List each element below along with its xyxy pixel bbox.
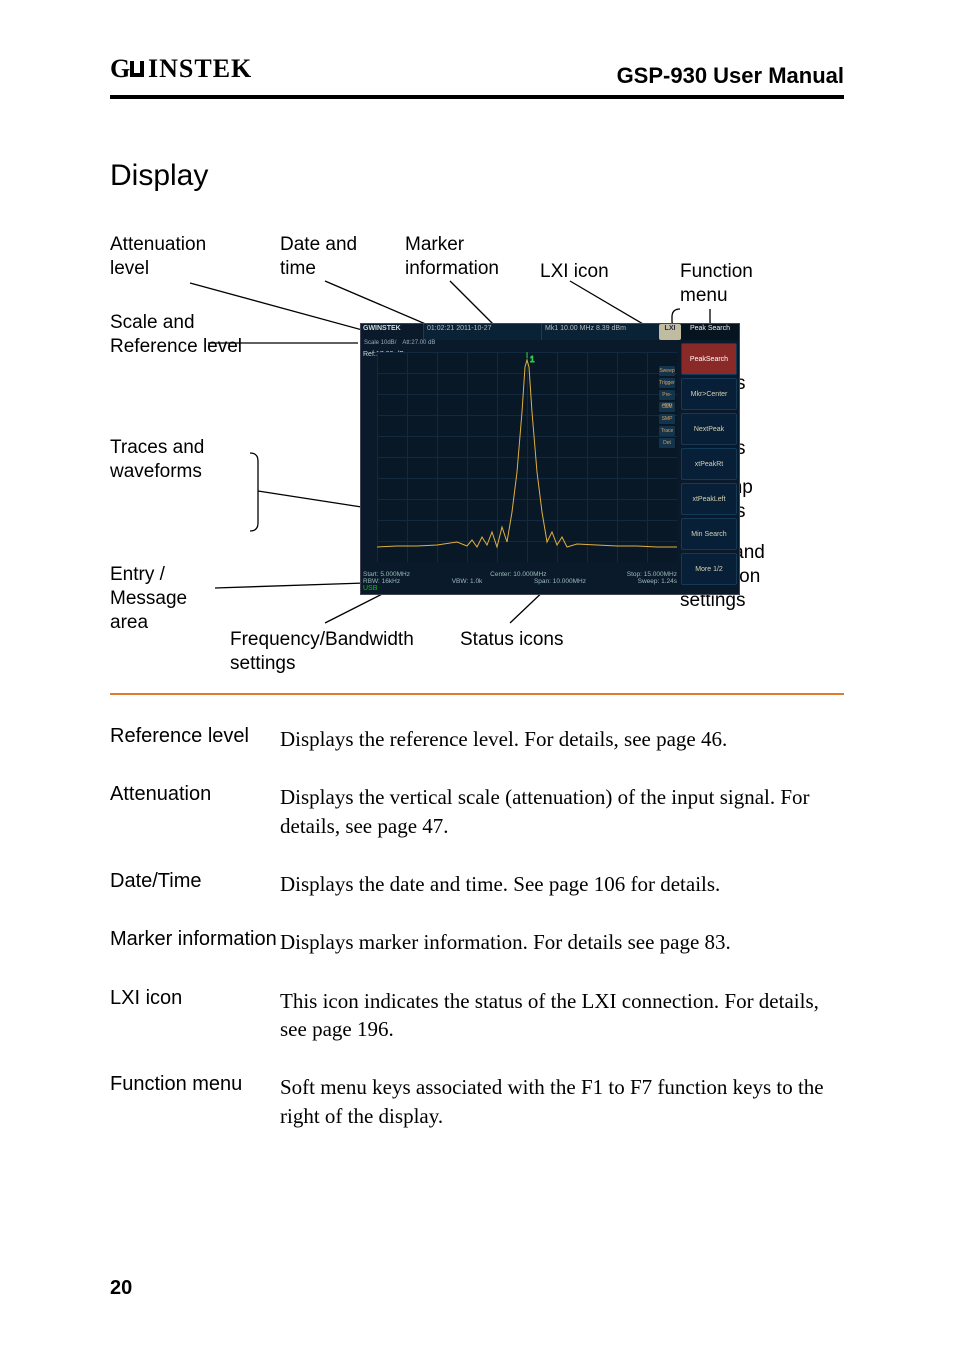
screen-att: Att:27.00 dB: [399, 340, 438, 350]
svg-text:G: G: [110, 55, 132, 83]
status-icon: Det: [659, 438, 675, 448]
definition-body: Displays the date and time. See page 106…: [280, 870, 844, 898]
callout-status: Status icons: [460, 628, 610, 652]
definition-body: Displays the reference level. For detail…: [280, 725, 844, 753]
callout-lxi: LXI icon: [540, 260, 630, 284]
callout-freqbw: Frequency/Bandwidth settings: [230, 628, 450, 676]
manual-title: GSP-930 User Manual: [617, 63, 844, 89]
callout-entry: Entry / Message area: [110, 563, 230, 634]
softkey-menu: PeakSearch Mkr>Center NextPeak xtPeakRt …: [679, 340, 739, 594]
screen-marker: Mk1 10.00 MHz 8.39 dBm: [541, 324, 659, 340]
section-divider: [110, 693, 844, 695]
definition-body: Displays marker information. For details…: [280, 928, 844, 956]
softkey[interactable]: PeakSearch: [681, 343, 737, 375]
spectrum-plot: 1: [377, 352, 677, 562]
definition-row: Attenuation Displays the vertical scale …: [110, 783, 844, 840]
status-icon: Trigger: [659, 378, 675, 388]
definition-body: This icon indicates the status of the LX…: [280, 987, 844, 1044]
status-icon: Sweep: [659, 366, 675, 376]
definition-term: Function menu: [110, 1073, 280, 1130]
svg-text:1: 1: [530, 355, 535, 364]
rbw: RBW: 16kHz: [363, 578, 400, 585]
softkey[interactable]: More 1/2: [681, 553, 737, 585]
callout-funcmenu: Function menu: [680, 260, 790, 308]
definition-row: LXI icon This icon indicates the status …: [110, 987, 844, 1044]
callout-datetime: Date and time: [280, 233, 390, 281]
trace-waveform: 1: [377, 352, 677, 562]
definition-row: Reference level Displays the reference l…: [110, 725, 844, 753]
status-icon: C&M: [659, 402, 675, 412]
definition-term: LXI icon: [110, 987, 280, 1044]
sweep-time: Sweep: 1.24s: [638, 578, 677, 585]
definition-term: Date/Time: [110, 870, 280, 898]
definition-term: Reference level: [110, 725, 280, 753]
definition-term: Marker information: [110, 928, 280, 956]
softkey[interactable]: xtPeakLeft: [681, 483, 737, 515]
screen-bottom-info: Start: 5.000MHz Center: 10.000MHz Stop: …: [363, 571, 677, 592]
span: Span: 10.000MHz: [534, 578, 586, 585]
definition-row: Function menu Soft menu keys associated …: [110, 1073, 844, 1130]
definition-term: Attenuation: [110, 783, 280, 840]
status-icon: SMP: [659, 414, 675, 424]
logo-icon: G INSTEK: [110, 55, 290, 83]
start-freq: Start: 5.000MHz: [363, 571, 410, 578]
status-icon: Pre-amp: [659, 390, 675, 400]
screen-datetime: 01:02:21 2011-10-27: [423, 324, 541, 340]
softkey[interactable]: xtPeakRt: [681, 448, 737, 480]
brand-logo: G INSTEK: [110, 55, 290, 83]
center-freq: Center: 10.000MHz: [490, 571, 546, 578]
stop-freq: Stop: 15.000MHz: [627, 571, 677, 578]
softkey[interactable]: NextPeak: [681, 413, 737, 445]
display-diagram: Attenuation level Date and time Marker i…: [110, 223, 844, 683]
callout-attenuation: Attenuation level: [110, 233, 240, 281]
definition-row: Date/Time Displays the date and time. Se…: [110, 870, 844, 898]
status-icon: Trace: [659, 426, 675, 436]
screen-logo: GWINSTEK: [361, 324, 423, 340]
callout-scaleref: Scale and Reference level: [110, 311, 250, 359]
vbw: VBW: 1.0k: [452, 578, 483, 585]
page-header: G INSTEK GSP-930 User Manual: [110, 55, 844, 99]
section-heading: Display: [110, 159, 844, 193]
softkey[interactable]: Mkr>Center: [681, 378, 737, 410]
definition-row: Marker information Displays marker infor…: [110, 928, 844, 956]
usb-indicator: USB: [363, 585, 377, 592]
definition-body: Displays the vertical scale (attenuation…: [280, 783, 844, 840]
callout-traces: Traces and waveforms: [110, 436, 250, 484]
page-number: 20: [110, 1277, 132, 1300]
instrument-screen: GWINSTEK 01:02:21 2011-10-27 Mk1 10.00 M…: [360, 323, 740, 595]
svg-text:INSTEK: INSTEK: [148, 55, 252, 83]
status-icon-strip: Sweep Trigger Pre-amp C&M SMP Trace Det: [659, 364, 677, 450]
lxi-icon: LXI: [659, 324, 681, 340]
callout-marker: Marker information: [405, 233, 525, 281]
softkey[interactable]: Min Search: [681, 518, 737, 550]
definition-body: Soft menu keys associated with the F1 to…: [280, 1073, 844, 1130]
definition-list: Reference level Displays the reference l…: [110, 725, 844, 1130]
screen-menu-title: Peak Search: [681, 324, 739, 340]
screen-scale: Scale 10dB/: [361, 340, 399, 350]
